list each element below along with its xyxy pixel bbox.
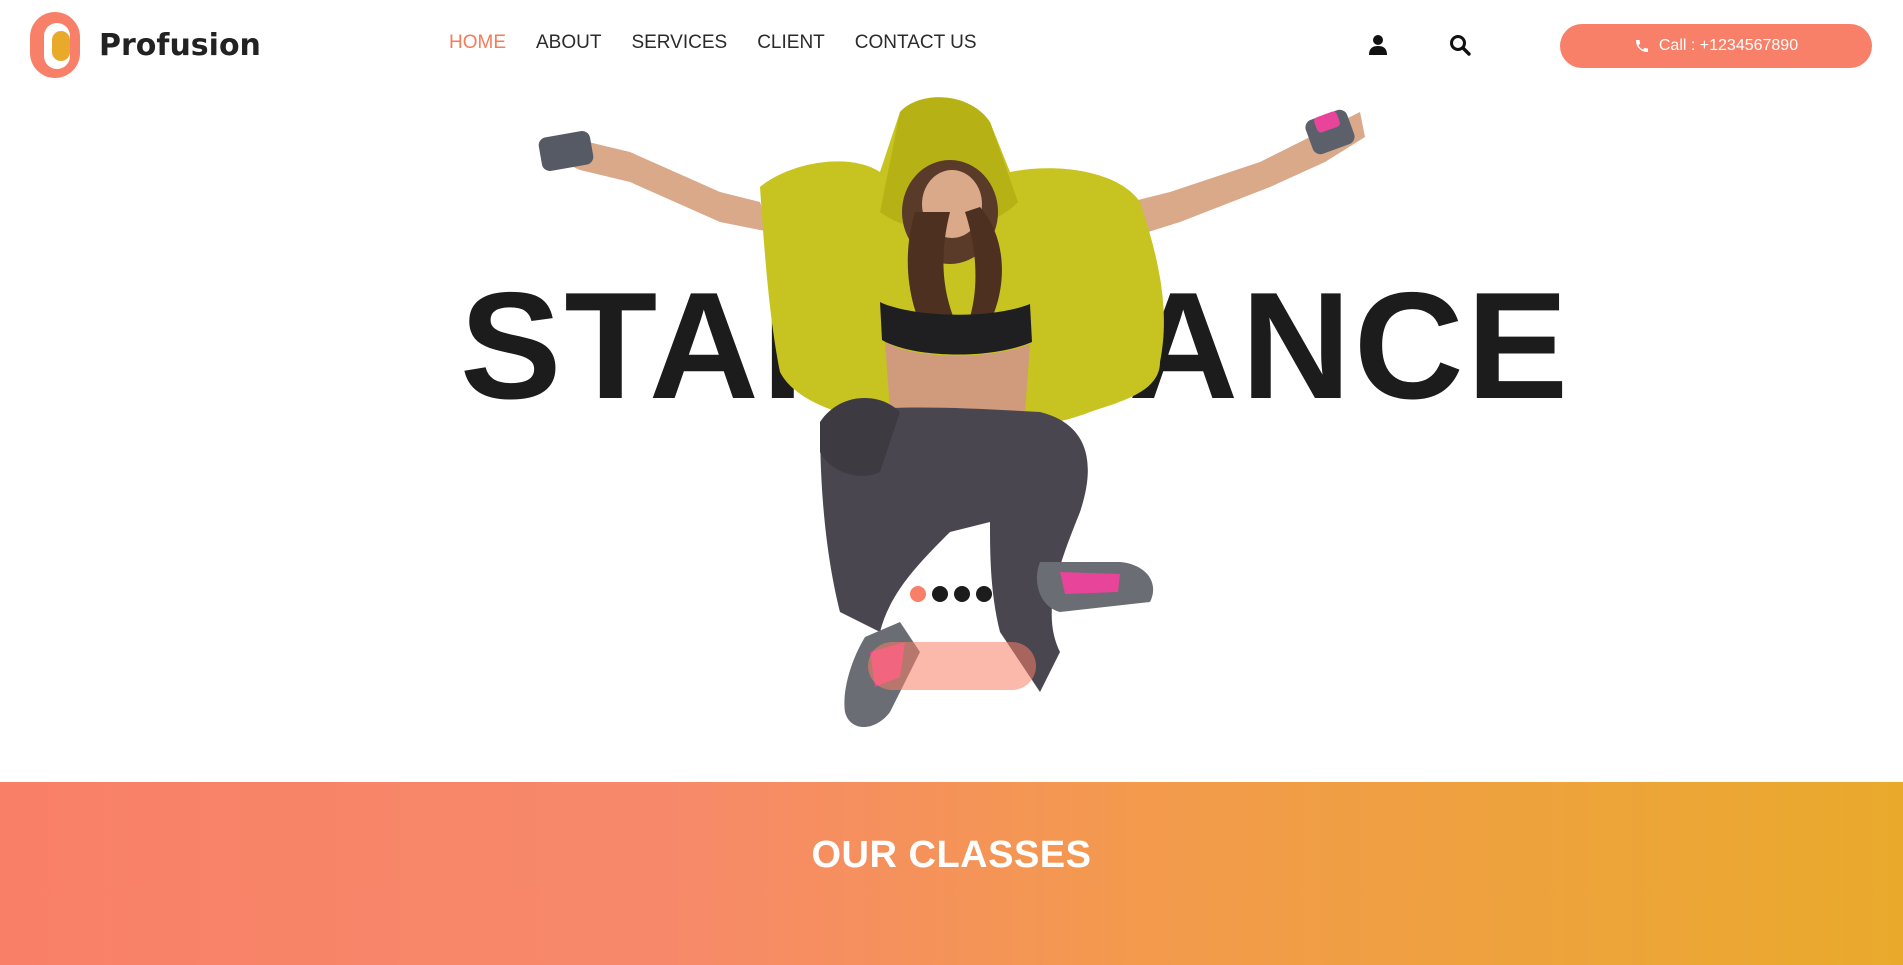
hero-cta-button[interactable] [868,642,1036,690]
nav-item-client[interactable]: CLIENT [757,32,825,54]
phone-icon [1635,40,1648,52]
main-nav: HOME ABOUT SERVICES CLIENT CONTACT US [449,32,1007,54]
call-button[interactable]: Call : +1234567890 [1560,24,1872,68]
search-icon[interactable] [1448,33,1472,57]
slider-dot-4[interactable] [976,586,992,602]
classes-section: OUR CLASSES [0,782,1903,965]
nav-item-contact-us[interactable]: CONTACT US [855,32,977,54]
site-header: Profusion HOME ABOUT SERVICES CLIENT CON… [0,0,1903,92]
classes-title: OUR CLASSES [811,834,1092,876]
brand-name: Profusion [99,27,261,63]
nav-item-home[interactable]: HOME [449,32,506,54]
slider-dot-2[interactable] [932,586,948,602]
nav-item-about[interactable]: ABOUT [536,32,601,54]
call-label: Call : +1234567890 [1658,37,1799,54]
slider-dot-1[interactable] [910,586,926,602]
nav-item-services[interactable]: SERVICES [631,32,727,54]
user-icon[interactable] [1366,33,1390,57]
slider-dot-3[interactable] [954,586,970,602]
logo-mark-icon [30,12,80,78]
logo[interactable]: Profusion [30,12,261,78]
hero-slider: START DANCE [0,92,1903,782]
slider-dots [910,586,992,602]
